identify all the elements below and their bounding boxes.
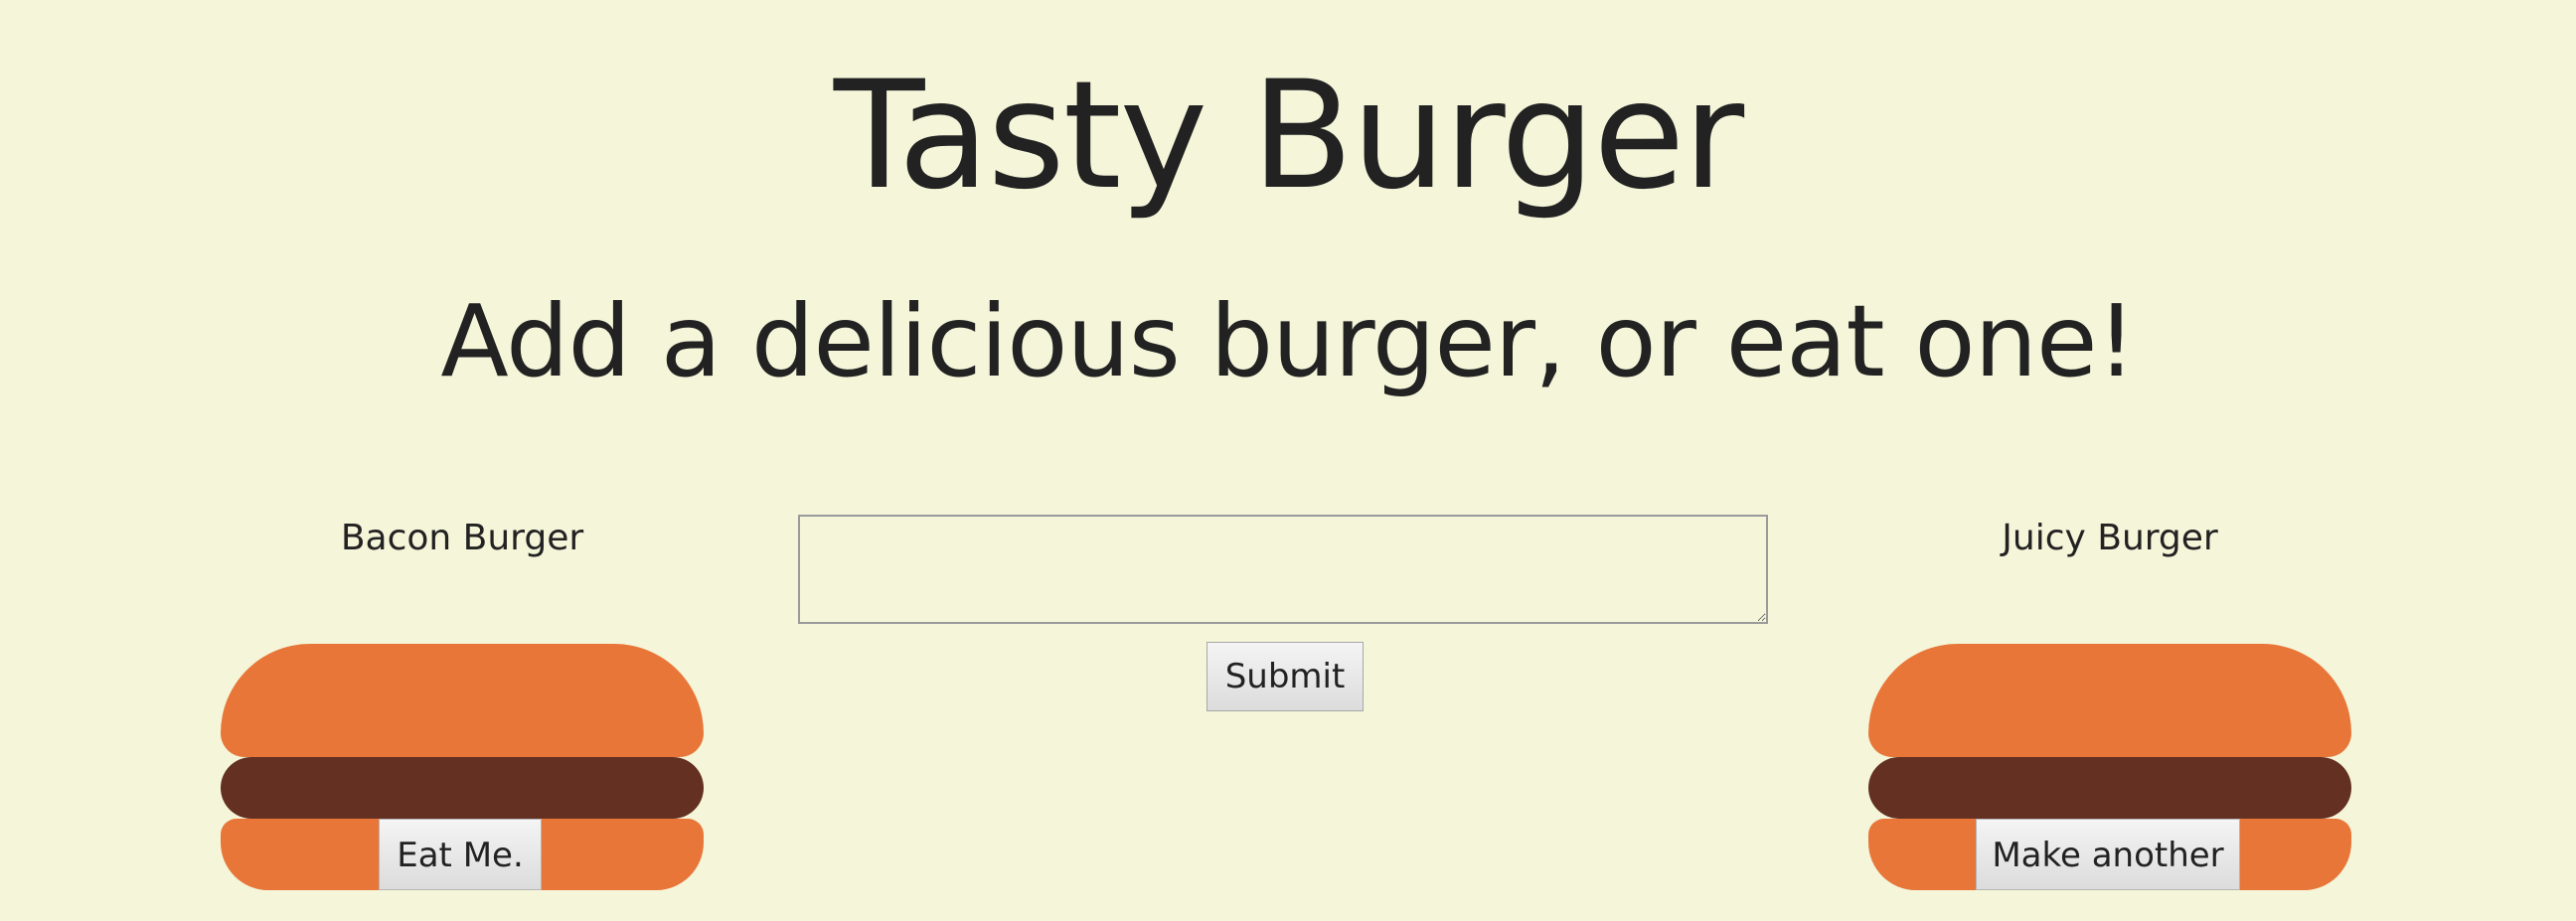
submit-button[interactable]: Submit — [1207, 642, 1364, 711]
eaten-burger-icon: Make another — [1868, 644, 2351, 890]
patty — [221, 757, 704, 819]
make-another-button[interactable]: Make another — [1976, 819, 2240, 890]
bun-top — [1868, 644, 2351, 757]
eaten-burger-name: Juicy Burger — [2002, 518, 2218, 558]
uneaten-burger-icon: Eat Me. — [221, 644, 704, 890]
bun-bottom: Make another — [1868, 819, 2351, 890]
burger-name-input[interactable] — [798, 515, 1768, 624]
bun-top — [221, 644, 704, 757]
page-subtitle: Add a delicious burger, or eat one! — [440, 283, 2136, 399]
uneaten-burger-name: Bacon Burger — [340, 518, 584, 558]
eat-me-button[interactable]: Eat Me. — [379, 819, 542, 890]
patty — [1868, 757, 2351, 819]
bun-bottom: Eat Me. — [221, 819, 704, 890]
page-title: Tasty Burger — [833, 50, 1744, 223]
